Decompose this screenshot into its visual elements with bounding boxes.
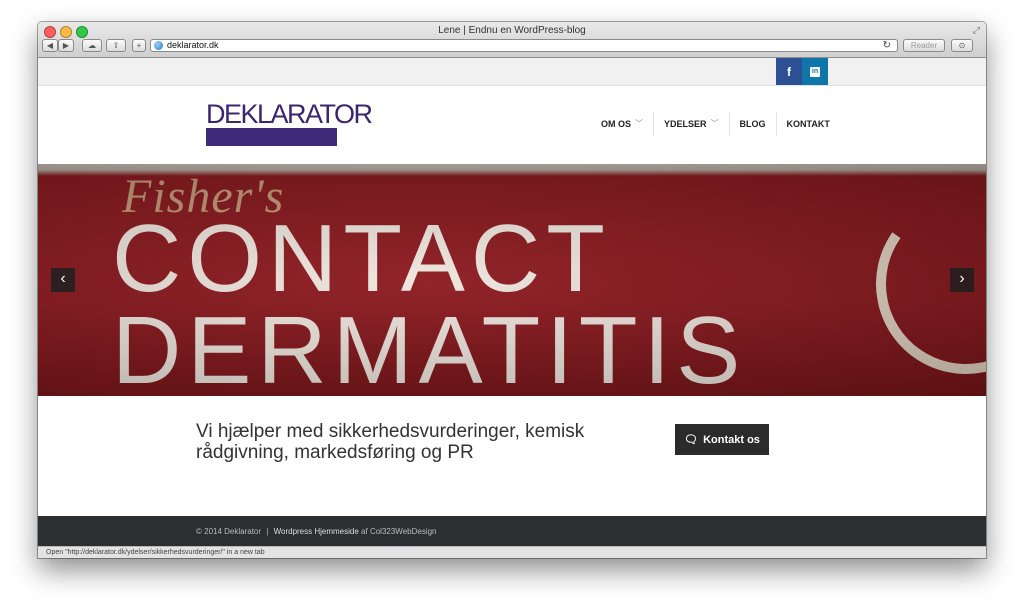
nav-item-blog[interactable]: BLOG	[728, 112, 776, 136]
browser-chrome: Lene | Endnu en WordPress-blog ⤢ ◀ ▶ ☁ ⇪…	[38, 22, 986, 58]
chevron-right-icon: ›	[959, 270, 965, 287]
logo-bar	[206, 128, 337, 146]
downloads-button[interactable]: ⊙	[951, 39, 973, 52]
social-top-bar: f in	[38, 58, 986, 86]
status-bar: Open "http://deklarator.dk/ydelser/sikke…	[38, 546, 986, 558]
nav-item-kontakt[interactable]: KONTAKT	[775, 112, 840, 136]
browser-toolbar: ◀ ▶ ☁ ⇪ + deklarator.dk ↻ Reader ⊙	[42, 39, 982, 54]
slider-prev-button[interactable]: ‹	[51, 268, 75, 292]
slider-next-button[interactable]: ›	[950, 268, 974, 292]
contact-us-button[interactable]: 🗨 Kontakt os	[675, 424, 769, 455]
nav-item-label: OM OS	[601, 119, 632, 129]
hero-slider: Fisher's CONTACT DERMATITIS ‹ ›	[38, 164, 986, 396]
address-bar-url: deklarator.dk	[167, 40, 219, 50]
cloud-icon: ☁	[88, 41, 96, 50]
fullscreen-icon[interactable]: ⤢	[973, 25, 980, 36]
site-footer: © 2014 Deklarator | Wordpress Hjemmeside…	[38, 516, 986, 546]
new-tab-button[interactable]: +	[132, 39, 146, 52]
nav-item-label: KONTAKT	[786, 119, 830, 129]
share-icon: ⇪	[112, 41, 120, 50]
chat-bubbles-icon: 🗨	[684, 434, 699, 446]
back-arrow-icon: ◀	[46, 41, 54, 50]
address-bar[interactable]: deklarator.dk ↻	[150, 39, 898, 52]
forward-arrow-icon: ▶	[62, 41, 70, 50]
forward-button[interactable]: ▶	[58, 39, 74, 52]
slide-image-text-contact: CONTACT	[112, 205, 611, 312]
chevron-left-icon: ‹	[60, 270, 66, 287]
back-button[interactable]: ◀	[42, 39, 58, 52]
footer-credit-link[interactable]: Wordpress Hjemmeside	[274, 527, 359, 536]
footer-separator: |	[266, 527, 269, 536]
facebook-icon: f	[787, 64, 791, 79]
window-title: Lene | Endnu en WordPress-blog	[438, 25, 586, 36]
footer-text: © 2014 Deklarator | Wordpress Hjemmeside…	[196, 527, 437, 536]
reader-button[interactable]: Reader	[903, 39, 945, 52]
chevron-down-icon: ﹀	[710, 119, 719, 128]
slide-image-text-dermatitis: DERMATITIS	[112, 297, 747, 397]
share-button[interactable]: ⇪	[106, 39, 126, 52]
footer-credit-by: af Col323WebDesign	[361, 527, 437, 536]
main-navigation: OM OS ﹀ YDELSER ﹀ BLOG KONTAKT	[591, 112, 840, 136]
download-icon: ⊙	[958, 41, 966, 50]
site-header: DEKLARATOR OM OS ﹀ YDELSER ﹀ BLOG KONTAK…	[38, 86, 986, 164]
reload-icon[interactable]: ↻	[883, 40, 891, 51]
chevron-down-icon: ﹀	[635, 119, 644, 128]
nav-item-label: YDELSER	[664, 119, 707, 129]
call-to-action-section: Vi hjælper med sikkerhedsvurderinger, ke…	[38, 396, 986, 516]
nav-item-label: BLOG	[739, 119, 766, 129]
linkedin-link[interactable]: in	[802, 58, 828, 85]
nav-item-om-os[interactable]: OM OS ﹀	[591, 112, 653, 136]
copyright-text: © 2014 Deklarator	[196, 527, 262, 536]
tagline: Vi hjælper med sikkerhedsvurderinger, ke…	[196, 421, 585, 463]
globe-icon	[154, 41, 163, 50]
nav-item-ydelser[interactable]: YDELSER ﹀	[653, 112, 729, 136]
contact-us-label: Kontakt os	[703, 433, 760, 446]
browser-window: Lene | Endnu en WordPress-blog ⤢ ◀ ▶ ☁ ⇪…	[38, 22, 986, 558]
web-page: f in DEKLARATOR OM OS ﹀ YDELSER ﹀ BLOG K…	[38, 58, 986, 546]
facebook-link[interactable]: f	[776, 58, 802, 85]
site-logo[interactable]: DEKLARATOR	[206, 99, 373, 146]
plus-icon: +	[136, 41, 142, 50]
icloud-tabs-button[interactable]: ☁	[82, 39, 102, 52]
logo-text: DEKLARATOR	[206, 99, 373, 129]
linkedin-icon: in	[810, 66, 820, 77]
